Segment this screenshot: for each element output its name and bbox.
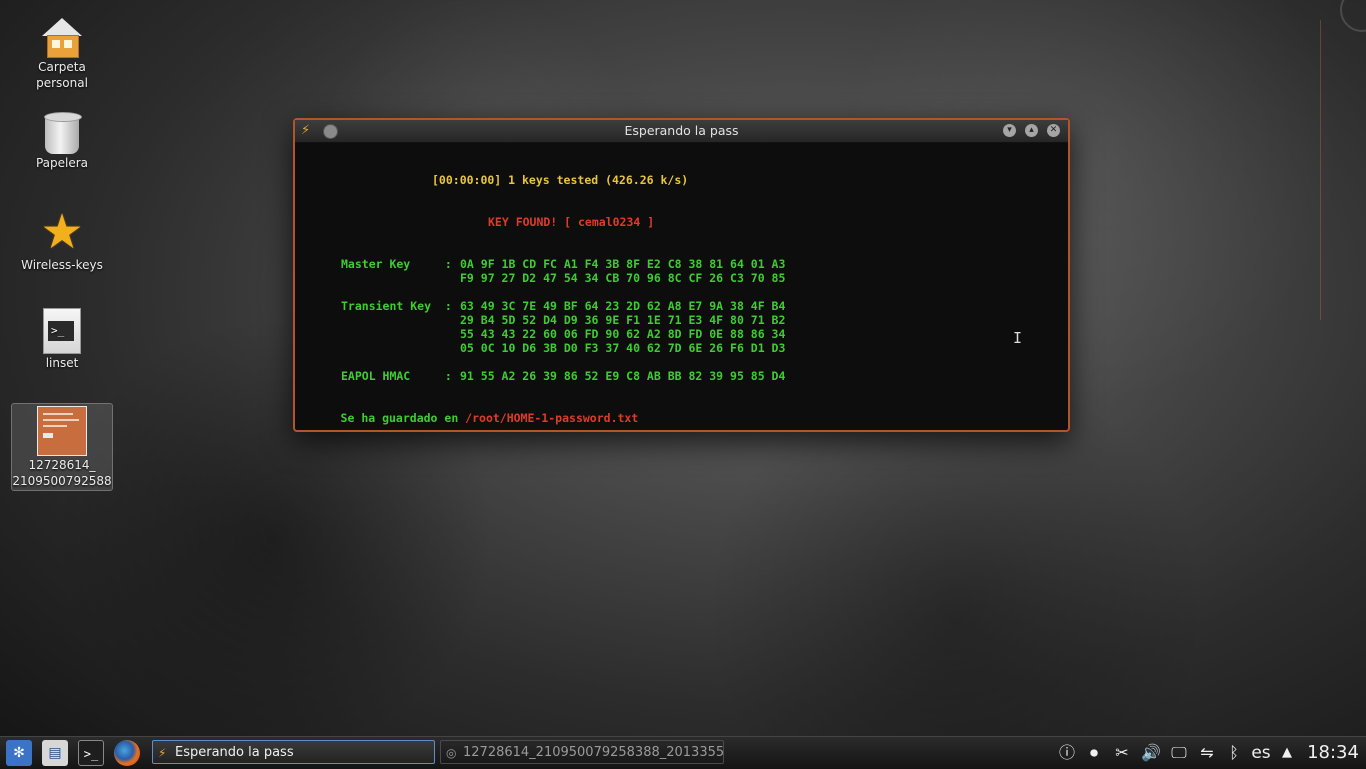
eapol-hmac-label: EAPOL HMAC : [341,369,452,383]
desktop-icon-home-folder[interactable]: Carpeta personal [12,18,112,90]
desktop-icon-label: 12728614_ [28,458,96,472]
info-icon[interactable]: ⓘ [1057,741,1077,765]
star-icon: ★ [40,204,84,260]
saved-prefix: Se ha guardado en [340,411,466,425]
image-viewer-icon: ◎ [446,746,457,760]
usb-icon[interactable]: ⇋ [1195,741,1219,765]
transient-key-row: 63 49 3C 7E 49 BF 64 23 2D 62 A8 E7 9A 3… [460,299,786,313]
maximize-button[interactable]: ▴ [1025,124,1038,137]
trash-icon [44,110,82,154]
script-icon: >_ [43,308,81,354]
window-title: Esperando la pass [624,123,739,138]
terminal-output[interactable]: [00:00:00] 1 keys tested (426.26 k/s) KE… [295,143,1068,429]
taskbar: ✻ ▤ >_ ⚡ Esperando la pass ◎ 12728614_21… [0,736,1366,769]
keyboard-layout[interactable]: es [1248,741,1274,765]
desktop-corner-toolbox-icon[interactable] [1340,0,1366,32]
network-monitor-icon[interactable]: 🖵 [1167,741,1191,765]
desktop-icon-wireless-keys[interactable]: ★ Wireless-keys [12,208,112,272]
key-found-line: KEY FOUND! [ cemal0234 ] [488,215,655,229]
saved-path: /root/HOME-1-password.txt [465,411,639,425]
file-manager-icon[interactable]: ▤ [42,740,68,766]
progress-line: [00:00:00] 1 keys tested (426.26 k/s) [432,173,689,187]
desktop-icon-label: Papelera [35,156,89,170]
master-key-row: 0A 9F 1B CD FC A1 F4 3B 8F E2 C8 38 81 6… [460,257,786,271]
saved-line: Se ha guardado en /root/HOME-1-password.… [299,397,639,439]
desktop-icon-image-file[interactable]: 12728614_ 2109500792588 [11,403,113,491]
master-key-row: F9 97 27 D2 47 54 34 CB 70 96 8C CF 26 C… [460,271,786,285]
firefox-icon[interactable] [114,740,140,766]
tray-expand-icon[interactable]: ▲ [1278,741,1296,765]
bluetooth-icon[interactable]: ᛒ [1225,741,1243,765]
terminal-window[interactable]: ⚡ Esperando la pass ▾ ▴ ✕ [00:00:00] 1 k… [293,118,1070,432]
master-key-label: Master Key : [341,257,452,271]
image-thumbnail-icon [37,406,87,456]
app-logo-icon: ⚡ [158,746,167,760]
close-button[interactable]: ✕ [1047,124,1060,137]
transient-key-row: 55 43 43 22 60 06 FD 90 62 A2 8D FD 0E 8… [460,327,786,341]
clock[interactable]: 18:34 [1302,741,1364,765]
volume-icon[interactable]: 🔊 [1138,741,1164,765]
window-titlebar[interactable]: ⚡ Esperando la pass ▾ ▴ ✕ [295,120,1068,143]
task-label: 12728614_210950079258388_2013355 [463,745,724,760]
desktop-icon-linset[interactable]: >_ linset [12,308,112,370]
task-terminal-window[interactable]: ⚡ Esperando la pass [152,740,435,764]
desktop-icon-label: 2109500792588 [12,474,112,488]
wallpaper-edge-line [1320,20,1321,320]
klipper-scissors-icon[interactable]: ✂ [1112,741,1132,765]
desktop-icon-label: Wireless-keys [21,258,103,272]
stop-icon[interactable]: ⏺ [1083,741,1105,765]
eapol-hmac-row: 91 55 A2 26 39 86 52 E9 C8 AB BB 82 39 9… [460,369,786,383]
desktop-icon-label: personal [36,76,88,90]
task-label: Esperando la pass [175,745,294,760]
task-image-viewer[interactable]: ◎ 12728614_210950079258388_2013355 [440,740,724,764]
desktop-icon-label: linset [45,356,79,370]
text-cursor-icon: I [1013,329,1023,347]
application-menu-icon[interactable]: ✻ [6,740,32,766]
home-folder-icon [42,18,82,58]
transient-key-label: Transient Key : [341,299,452,313]
minimize-button[interactable]: ▾ [1003,124,1016,137]
desktop-icon-trash[interactable]: Papelera [12,110,112,170]
terminal-launcher-icon[interactable]: >_ [78,740,104,766]
transient-key-row: 29 B4 5D 52 D4 D9 36 9E F1 1E 71 E3 4F 8… [460,313,786,327]
desktop-icon-label: Carpeta [38,60,86,74]
transient-key-row: 05 0C 10 D6 3B D0 F3 37 40 62 7D 6E 26 F… [460,341,786,355]
